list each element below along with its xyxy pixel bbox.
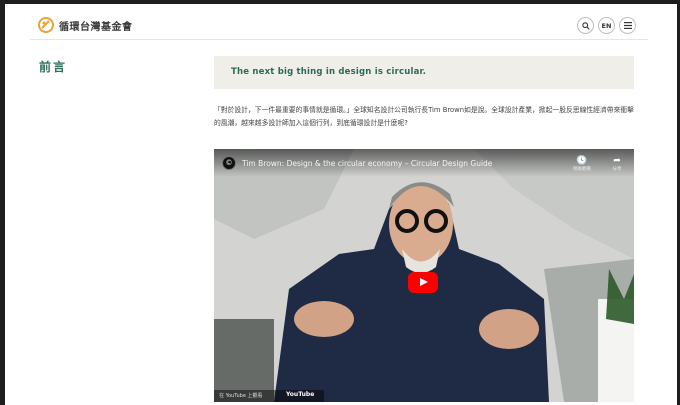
watch-later-label: 稍後觀看 (573, 167, 591, 172)
share-button[interactable]: ➦ 分享 (606, 156, 628, 172)
search-button[interactable] (577, 17, 594, 34)
watch-on-youtube-bar[interactable]: 在 YouTube 上觀看 YouTube (214, 390, 324, 402)
section-title: 前言 (39, 60, 68, 74)
callout-text: The next big thing in design is circular… (231, 67, 427, 77)
watch-on-youtube-text: 在 YouTube 上觀看 (219, 393, 263, 399)
site-logo[interactable]: 循環台灣基金會 (38, 16, 133, 34)
menu-button[interactable] (619, 17, 636, 34)
video-embed[interactable]: © Tim Brown: Design & the circular econo… (214, 149, 634, 402)
header-tools: EN (577, 17, 636, 34)
site-header: 循環台灣基金會 EN (30, 10, 648, 40)
clock-icon: 🕓 (576, 156, 588, 166)
logo-text: 循環台灣基金會 (59, 21, 133, 33)
intro-paragraph: 「對於設計，下一件最重要的事情就是循環。」全球知名設計公司執行長Tim Brow… (214, 106, 634, 127)
share-arrow-icon: ➦ (613, 156, 621, 166)
watch-later-button[interactable]: 🕓 稍後觀看 (571, 156, 593, 172)
logo-mark-icon (38, 17, 54, 33)
video-title[interactable]: Tim Brown: Design & the circular economy… (242, 159, 492, 168)
channel-logo-icon[interactable]: © (222, 156, 236, 170)
quote-callout: The next big thing in design is circular… (214, 56, 634, 89)
share-label: 分享 (612, 167, 622, 172)
youtube-brand: YouTube (286, 391, 315, 398)
search-icon (581, 21, 590, 30)
language-switch-button[interactable]: EN (598, 17, 615, 34)
play-button[interactable] (408, 272, 438, 293)
hamburger-menu-icon (623, 22, 632, 29)
